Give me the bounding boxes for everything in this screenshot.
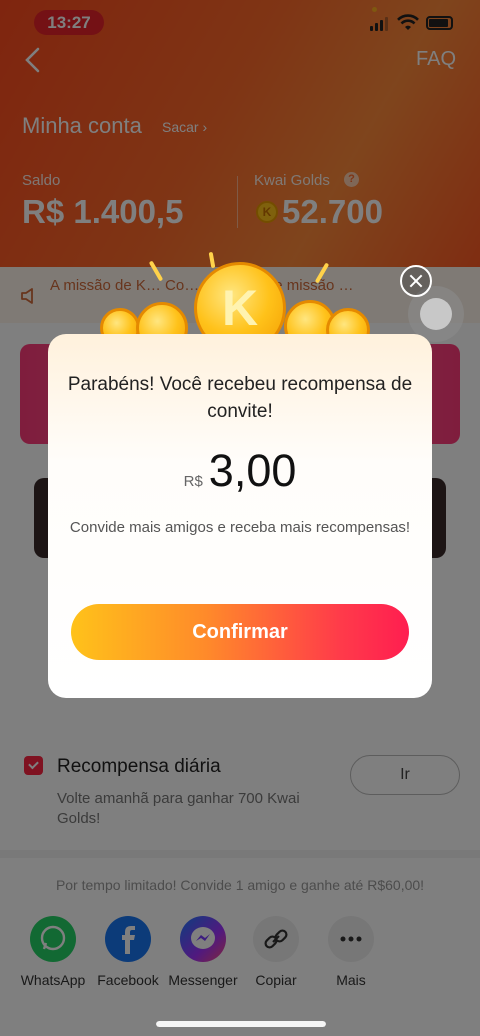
amount-value: 3,00 bbox=[208, 445, 297, 496]
confirm-button[interactable]: Confirmar bbox=[71, 604, 409, 660]
home-indicator bbox=[156, 1021, 326, 1027]
currency-symbol: R$ bbox=[183, 473, 203, 490]
sparkle-ray bbox=[208, 251, 216, 269]
sparkle-ray bbox=[314, 262, 330, 284]
modal-title: Parabéns! Você recebeu recompensa de con… bbox=[67, 374, 413, 422]
modal-subtitle: Convide mais amigos e receba mais recomp… bbox=[69, 519, 411, 536]
reward-amount: R$ 3,00 bbox=[48, 445, 432, 497]
close-modal-button[interactable] bbox=[400, 265, 432, 297]
sparkle-ray bbox=[148, 260, 164, 282]
invite-reward-modal: Parabéns! Você recebeu recompensa de con… bbox=[48, 334, 432, 698]
